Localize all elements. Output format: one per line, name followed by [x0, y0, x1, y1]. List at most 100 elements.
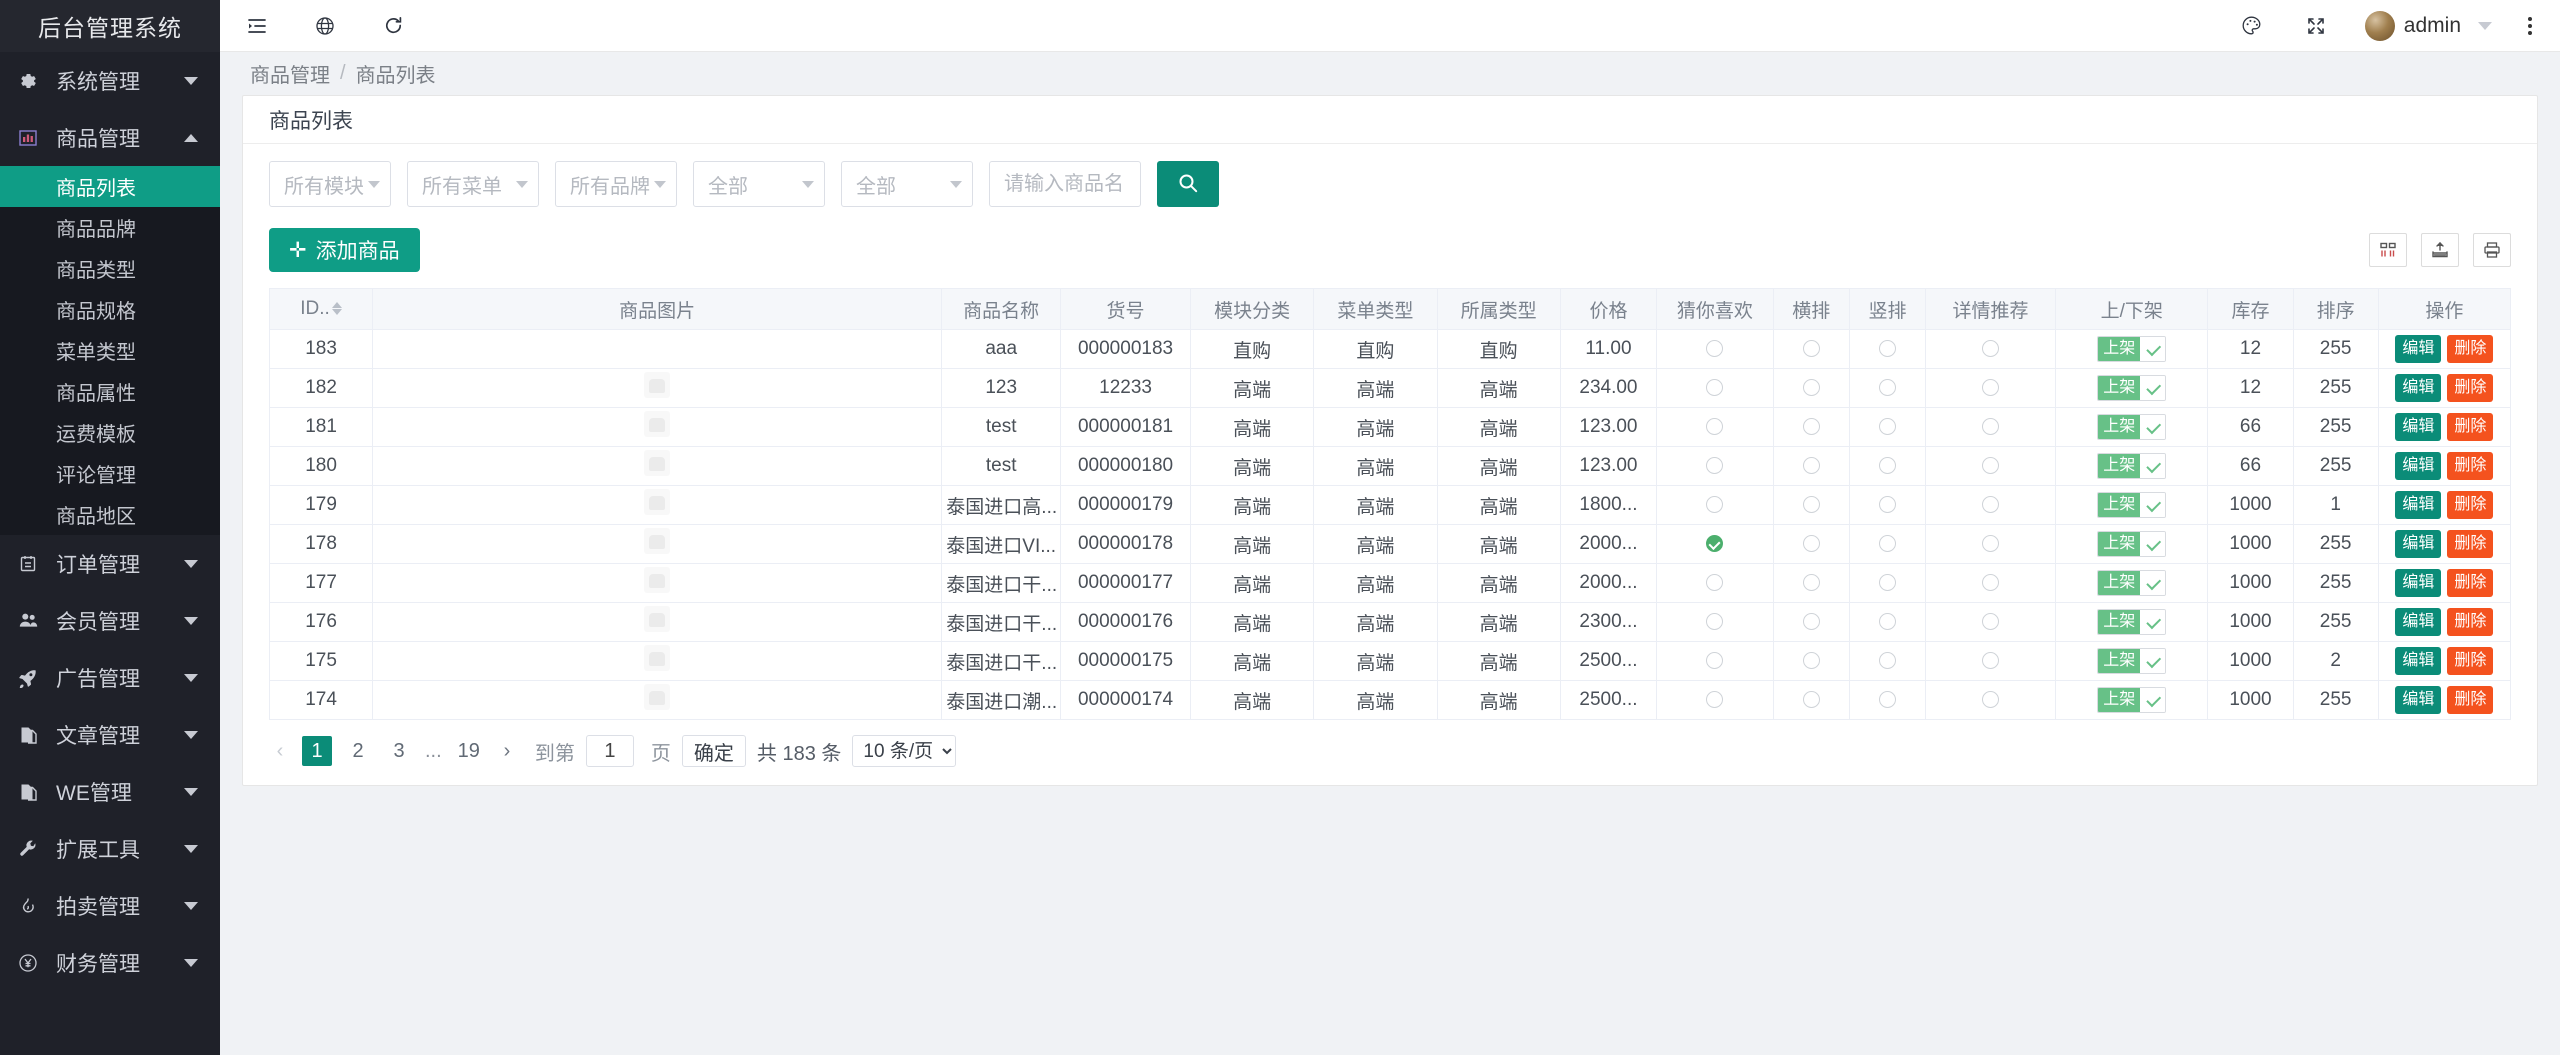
- horizontal-toggle[interactable]: [1803, 691, 1820, 708]
- globe-icon[interactable]: [310, 11, 340, 41]
- delete-button[interactable]: 删除: [2447, 374, 2493, 401]
- sidebar-group-2[interactable]: 订单管理: [0, 535, 220, 592]
- pagination-page-3[interactable]: 3: [384, 736, 414, 766]
- add-product-button[interactable]: ✛ 添加商品: [269, 228, 420, 272]
- like-toggle[interactable]: [1706, 652, 1723, 669]
- delete-button[interactable]: 删除: [2447, 452, 2493, 479]
- vertical-toggle[interactable]: [1879, 574, 1896, 591]
- filter-type2-select[interactable]: 全部: [841, 161, 973, 207]
- edit-button[interactable]: 编辑: [2395, 491, 2441, 518]
- shelf-switch[interactable]: 上架: [2097, 492, 2166, 518]
- edit-button[interactable]: 编辑: [2395, 647, 2441, 674]
- pagination-confirm-button[interactable]: 确定: [682, 735, 746, 767]
- edit-button[interactable]: 编辑: [2395, 608, 2441, 635]
- delete-button[interactable]: 删除: [2447, 335, 2493, 362]
- sidebar-group-8[interactable]: 拍卖管理: [0, 877, 220, 934]
- horizontal-toggle[interactable]: [1803, 574, 1820, 591]
- sidebar-item-运费模板[interactable]: 运费模板: [0, 412, 220, 453]
- sidebar-item-商品规格[interactable]: 商品规格: [0, 289, 220, 330]
- detail-recommend-toggle[interactable]: [1982, 535, 1999, 552]
- horizontal-toggle[interactable]: [1803, 379, 1820, 396]
- user-menu[interactable]: admin: [2365, 11, 2492, 41]
- like-toggle[interactable]: [1706, 379, 1723, 396]
- horizontal-toggle[interactable]: [1803, 496, 1820, 513]
- edit-button[interactable]: 编辑: [2395, 452, 2441, 479]
- vertical-toggle[interactable]: [1879, 496, 1896, 513]
- delete-button[interactable]: 删除: [2447, 530, 2493, 557]
- shelf-switch[interactable]: 上架: [2097, 648, 2166, 674]
- shelf-switch[interactable]: 上架: [2097, 453, 2166, 479]
- palette-icon[interactable]: [2237, 11, 2267, 41]
- detail-recommend-toggle[interactable]: [1982, 691, 1999, 708]
- like-toggle[interactable]: [1706, 496, 1723, 513]
- menu-fold-icon[interactable]: [242, 11, 272, 41]
- pagination-ellipsis[interactable]: ...: [425, 740, 442, 763]
- delete-button[interactable]: 删除: [2447, 491, 2493, 518]
- edit-button[interactable]: 编辑: [2395, 374, 2441, 401]
- delete-button[interactable]: 删除: [2447, 686, 2493, 713]
- pagination-last-page[interactable]: 19: [453, 736, 485, 766]
- shelf-switch[interactable]: 上架: [2097, 375, 2166, 401]
- sidebar-group-1[interactable]: 商品管理: [0, 109, 220, 166]
- column-header-0[interactable]: ID..: [270, 289, 373, 330]
- pagination-page-size-select[interactable]: 10 条/页: [852, 735, 956, 767]
- filter-menu-select[interactable]: 所有菜单: [407, 161, 539, 207]
- sidebar-item-商品地区[interactable]: 商品地区: [0, 494, 220, 535]
- sidebar-group-7[interactable]: 扩展工具: [0, 820, 220, 877]
- vertical-toggle[interactable]: [1879, 418, 1896, 435]
- edit-button[interactable]: 编辑: [2395, 686, 2441, 713]
- shelf-switch[interactable]: 上架: [2097, 531, 2166, 557]
- edit-button[interactable]: 编辑: [2395, 413, 2441, 440]
- delete-button[interactable]: 删除: [2447, 608, 2493, 635]
- edit-button[interactable]: 编辑: [2395, 530, 2441, 557]
- like-toggle[interactable]: [1706, 691, 1723, 708]
- pagination-page-2[interactable]: 2: [343, 736, 373, 766]
- detail-recommend-toggle[interactable]: [1982, 457, 1999, 474]
- detail-recommend-toggle[interactable]: [1982, 418, 1999, 435]
- shelf-switch[interactable]: 上架: [2097, 609, 2166, 635]
- shelf-switch[interactable]: 上架: [2097, 414, 2166, 440]
- refresh-icon[interactable]: [378, 11, 408, 41]
- like-toggle[interactable]: [1706, 574, 1723, 591]
- sidebar-group-4[interactable]: 广告管理: [0, 649, 220, 706]
- sidebar-item-菜单类型[interactable]: 菜单类型: [0, 330, 220, 371]
- sidebar-group-0[interactable]: 系统管理: [0, 52, 220, 109]
- sidebar-item-评论管理[interactable]: 评论管理: [0, 453, 220, 494]
- sidebar-group-9[interactable]: 财务管理: [0, 934, 220, 991]
- shelf-switch[interactable]: 上架: [2097, 570, 2166, 596]
- like-toggle[interactable]: [1706, 340, 1723, 357]
- search-input[interactable]: [989, 161, 1141, 207]
- delete-button[interactable]: 删除: [2447, 569, 2493, 596]
- edit-button[interactable]: 编辑: [2395, 569, 2441, 596]
- horizontal-toggle[interactable]: [1803, 613, 1820, 630]
- sidebar-item-商品属性[interactable]: 商品属性: [0, 371, 220, 412]
- filter-brand-select[interactable]: 所有品牌: [555, 161, 677, 207]
- export-icon[interactable]: [2421, 233, 2459, 267]
- filter-type1-select[interactable]: 全部: [693, 161, 825, 207]
- sidebar-item-商品品牌[interactable]: 商品品牌: [0, 207, 220, 248]
- pagination-prev[interactable]: ‹: [269, 737, 291, 765]
- horizontal-toggle[interactable]: [1803, 340, 1820, 357]
- vertical-toggle[interactable]: [1879, 535, 1896, 552]
- sidebar-item-商品类型[interactable]: 商品类型: [0, 248, 220, 289]
- vertical-toggle[interactable]: [1879, 340, 1896, 357]
- pagination-page-1[interactable]: 1: [302, 736, 332, 766]
- horizontal-toggle[interactable]: [1803, 418, 1820, 435]
- vertical-toggle[interactable]: [1879, 613, 1896, 630]
- shelf-switch[interactable]: 上架: [2097, 687, 2166, 713]
- pagination-next[interactable]: ›: [496, 737, 518, 765]
- detail-recommend-toggle[interactable]: [1982, 652, 1999, 669]
- breadcrumb-parent[interactable]: 商品管理: [250, 59, 330, 88]
- like-toggle[interactable]: [1706, 457, 1723, 474]
- pagination-goto-input[interactable]: [586, 735, 634, 767]
- vertical-dots-icon[interactable]: [2526, 15, 2534, 37]
- fullscreen-icon[interactable]: [2301, 11, 2331, 41]
- sidebar-item-商品列表[interactable]: 商品列表: [0, 166, 220, 207]
- like-toggle[interactable]: [1706, 418, 1723, 435]
- horizontal-toggle[interactable]: [1803, 457, 1820, 474]
- edit-button[interactable]: 编辑: [2395, 335, 2441, 362]
- vertical-toggle[interactable]: [1879, 379, 1896, 396]
- horizontal-toggle[interactable]: [1803, 652, 1820, 669]
- detail-recommend-toggle[interactable]: [1982, 496, 1999, 513]
- sidebar-group-5[interactable]: 文章管理: [0, 706, 220, 763]
